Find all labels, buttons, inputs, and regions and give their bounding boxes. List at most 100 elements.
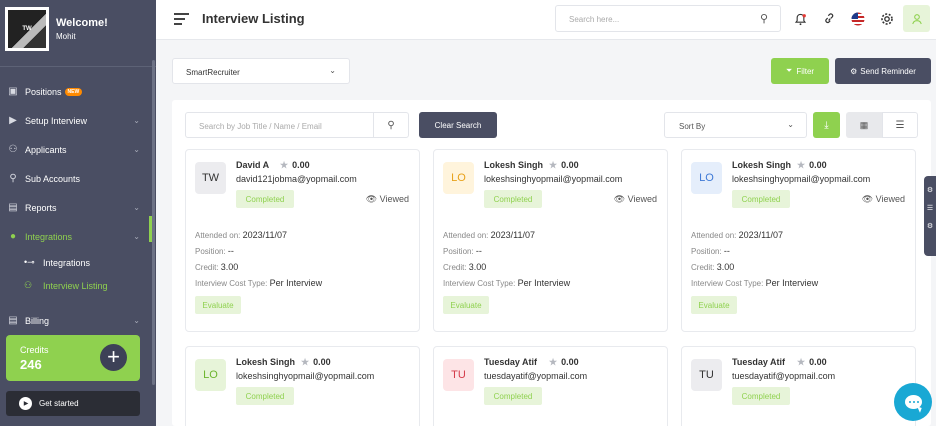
sidebar-item-applicants[interactable]: ⚇ Applicants ⌄: [0, 135, 156, 164]
link-icon[interactable]: [818, 8, 840, 30]
user-icon: [911, 13, 922, 24]
gear-icon[interactable]: ⚙: [924, 182, 936, 200]
chat-button[interactable]: [894, 383, 932, 421]
menu-toggle-icon[interactable]: [174, 13, 189, 28]
sidebar-item-sub-accounts[interactable]: ⚲ Sub Accounts: [0, 164, 156, 193]
candidate-initials: TU: [691, 359, 722, 391]
sidebar-item-label: Reports: [25, 202, 57, 213]
grid-view-button[interactable]: ▦: [846, 112, 882, 138]
gear-icon[interactable]: ⚙: [924, 218, 936, 236]
interview-card[interactable]: LO Lokesh Singh ★ 0.00 lokeshsinghyopmail…: [185, 346, 420, 426]
get-started-button[interactable]: ▶ Get started: [6, 391, 140, 416]
gear-icon[interactable]: [876, 8, 898, 30]
rating-value: 0.00: [809, 160, 827, 170]
sidebar-subitem-label: Integrations: [43, 257, 91, 268]
sidebar-subitem-interview-listing[interactable]: ⚇ Interview Listing: [0, 274, 156, 297]
download-button[interactable]: ⤓: [813, 112, 840, 138]
company-select-value: SmartRecruiter: [186, 68, 240, 77]
chevron-down-icon: ⌄: [133, 203, 140, 212]
rating: ★ 0.00: [797, 357, 827, 368]
viewed-indicator: 👁︎ Viewed: [366, 194, 409, 205]
interview-card[interactable]: TW David A ★ 0.00 david121jobma@yopmail.c…: [185, 149, 420, 332]
candidate-email: david121jobma@yopmail.com: [236, 174, 357, 184]
list-icon: ☰: [895, 119, 905, 131]
rating-value: 0.00: [809, 357, 827, 367]
filter-row: SmartRecruiter ⌄ ⏷ Filter ⚙ Send Reminde…: [156, 40, 936, 93]
play-icon: ▶: [19, 397, 32, 410]
company-select[interactable]: SmartRecruiter ⌄: [172, 58, 350, 84]
chevron-down-icon: ⌄: [329, 66, 336, 75]
position-row: Position: --: [195, 246, 234, 256]
rating-value: 0.00: [292, 160, 310, 170]
clear-search-button[interactable]: Clear Search: [419, 112, 497, 138]
candidate-name: Tuesday Atif: [484, 357, 538, 367]
evaluate-button[interactable]: Evaluate: [691, 296, 737, 314]
sidebar-item-reports[interactable]: ▤ Reports ⌄: [0, 193, 156, 222]
candidate-email: lokeshsinghyopmail@yopmail.com: [236, 371, 375, 381]
briefcase-icon: ▣: [8, 86, 18, 97]
filter-button[interactable]: ⏷ Filter: [771, 58, 829, 84]
cost-type-label: Interview Cost Type:: [443, 279, 516, 288]
sidebar-subitem-integrations[interactable]: •⊸ Integrations: [0, 251, 156, 274]
candidate-email: lokeshsinghyopmail@yopmail.com: [484, 174, 623, 184]
eye-icon: 👁︎: [613, 194, 626, 204]
credit-value: 3.00: [468, 262, 487, 272]
listing-search-input[interactable]: Search by Job Title / Name / Email ⚲: [185, 112, 409, 138]
candidate-name: Lokesh Singh: [484, 160, 544, 170]
interview-card[interactable]: LO Lokesh Singh ★ 0.00 lokeshsinghyopmail…: [681, 149, 916, 332]
cost-type-row: Interview Cost Type: Per Interview: [195, 278, 322, 288]
credit-row: Credit: 3.00: [195, 262, 238, 272]
sidebar-item-billing[interactable]: ▤ Billing ⌄: [0, 306, 156, 335]
sidebar-item-label: Sub Accounts: [25, 173, 81, 184]
rating: ★ 0.00: [301, 357, 331, 368]
chevron-down-icon: ⌄: [133, 316, 140, 325]
status-badge: Completed: [484, 190, 542, 208]
credit-row: Credit: 3.00: [691, 262, 734, 272]
welcome-text: Welcome!: [56, 17, 108, 29]
rating: ★ 0.00: [549, 160, 579, 171]
avatar[interactable]: TW: [5, 7, 49, 51]
send-reminder-button[interactable]: ⚙ Send Reminder: [835, 58, 931, 84]
download-icon: ⤓: [824, 119, 829, 131]
cost-type-row: Interview Cost Type: Per Interview: [691, 278, 818, 288]
rating: ★ 0.00: [797, 160, 827, 171]
candidate-initials: TW: [195, 162, 226, 194]
sidebar-item-integrations[interactable]: ● Integrations ⌄: [0, 222, 156, 251]
interview-card[interactable]: TU Tuesday Atif ★ 0.00 tuesdayatif@yopmai…: [681, 346, 916, 426]
interview-card[interactable]: LO Lokesh Singh ★ 0.00 lokeshsinghyopmail…: [433, 149, 668, 332]
evaluate-button[interactable]: Evaluate: [195, 296, 241, 314]
sidebar-scrollbar[interactable]: [152, 60, 155, 385]
search-icon: ⚲: [387, 119, 395, 131]
star-icon: ★: [280, 160, 289, 170]
interview-card[interactable]: TU Tuesday Atif ★ 0.00 tuesdayatif@yopmai…: [433, 346, 668, 426]
evaluate-button[interactable]: Evaluate: [443, 296, 489, 314]
list-icon[interactable]: ☰: [924, 200, 936, 218]
us-flag-icon[interactable]: [847, 8, 869, 30]
position-value: --: [723, 246, 730, 256]
sidebar-item-label: Billing: [25, 315, 50, 326]
cost-type-value: Per Interview: [765, 278, 819, 288]
cost-type-label: Interview Cost Type:: [195, 279, 268, 288]
sidebar-header: TW Welcome! Mohit: [0, 0, 156, 58]
candidate-initials: LO: [691, 162, 722, 194]
avatar-image: TW: [8, 10, 46, 48]
link-icon: •⊸: [24, 257, 35, 267]
sidebar-item-positions[interactable]: ▣ Positions NEW: [0, 77, 156, 106]
new-badge: NEW: [64, 87, 83, 96]
bell-icon[interactable]: [789, 8, 811, 30]
sidebar-item-setup-interview[interactable]: ▶ Setup Interview ⌄: [0, 106, 156, 135]
search-icon[interactable]: ⚲: [760, 12, 768, 25]
status-badge: Completed: [484, 387, 542, 405]
rating-value: 0.00: [561, 160, 579, 170]
floating-tools[interactable]: ⚙ ☰ ⚙: [924, 176, 936, 256]
search-button[interactable]: ⚲: [373, 113, 408, 137]
position-row: Position: --: [443, 246, 482, 256]
sort-select[interactable]: Sort By ⌄: [664, 112, 807, 138]
list-view-button[interactable]: ☰: [882, 112, 918, 138]
credit-label: Credit:: [195, 263, 219, 272]
add-credits-button[interactable]: +: [100, 344, 127, 371]
candidate-name: Tuesday Atif: [732, 357, 786, 367]
position-value: --: [475, 246, 482, 256]
global-search-input[interactable]: Search here... ⚲: [555, 5, 781, 32]
user-profile-button[interactable]: [903, 5, 930, 32]
